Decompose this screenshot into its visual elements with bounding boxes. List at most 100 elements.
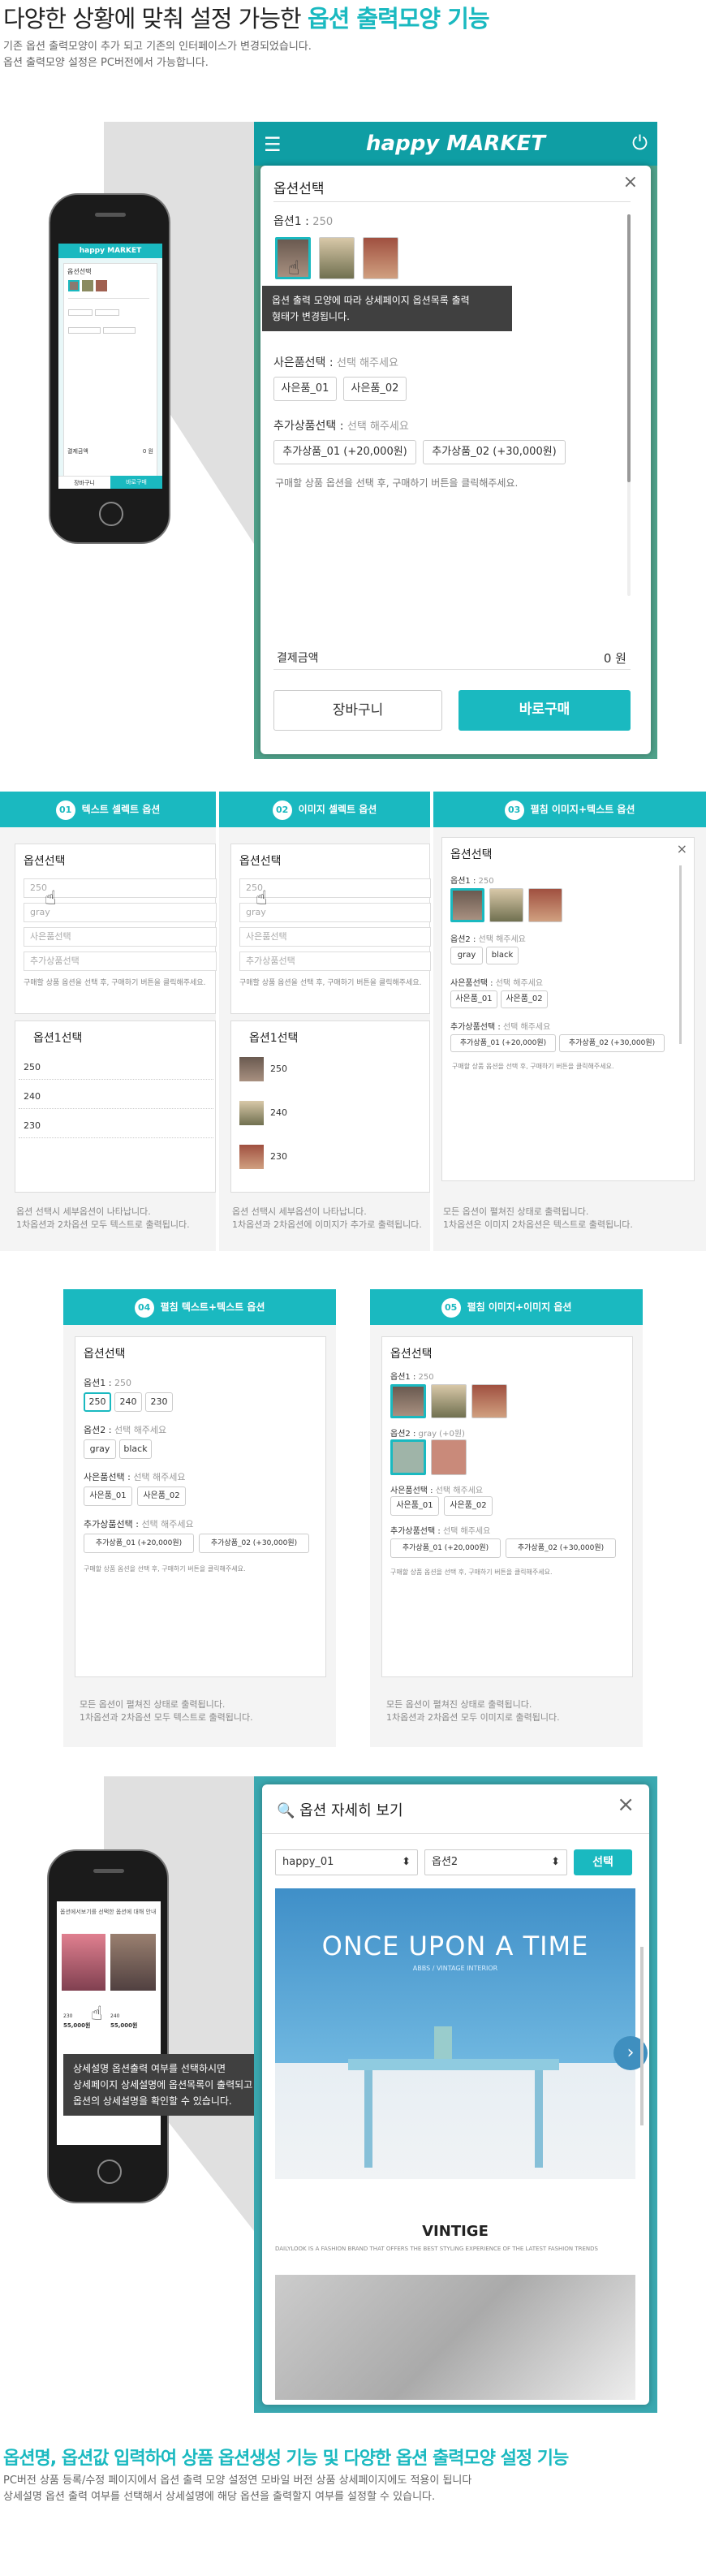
page-title: 다양한 상황에 맞춰 설정 가능한 옵션 출력모양 기능	[3, 0, 490, 34]
col1-value-1[interactable]: 250	[19, 1055, 213, 1080]
col3-scrollbar[interactable]	[679, 865, 682, 1044]
close-icon[interactable]: ×	[623, 172, 638, 192]
col1-guide: 구매할 상품 옵션을 선택 후, 구매하기 버튼을 클릭해주세요.	[24, 979, 206, 987]
phone2-header: 옵션에서보기를 선택한 옵션에 대해 안내	[60, 1909, 157, 1915]
banner-subtitle: ABBS / VINTAGE INTERIOR	[412, 1965, 498, 1972]
total-value: 0 원	[603, 651, 626, 666]
gift-hint: 선택 해주세요	[337, 357, 398, 369]
col1-header: 01 텍스트 셀렉트 옵션	[0, 792, 216, 827]
tooltip: 옵션 출력 모양에 따라 상세페이지 옵션목록 출력 형태가 변경됩니다.	[262, 286, 512, 331]
col2-select-1[interactable]: 250	[239, 878, 431, 898]
pointer-hand-icon: ☝	[288, 257, 300, 279]
col5-thumb-2[interactable]	[431, 1384, 467, 1418]
option-thumb-3[interactable]	[363, 237, 398, 279]
power-icon[interactable]: ⏻	[632, 132, 648, 154]
col3-thumb-3[interactable]	[528, 888, 562, 922]
gift-option-1[interactable]: 사은품_01	[273, 377, 337, 401]
col4-size-230[interactable]: 230	[145, 1392, 173, 1412]
col2-header: 02 이미지 셀렉트 옵션	[219, 792, 430, 827]
modal-title: 옵션선택	[273, 181, 325, 197]
total-label: 결제금액	[277, 652, 319, 665]
phone2-price-1: 55,000원	[63, 2022, 91, 2029]
phone-mockup-1: happy MARKET 옵션선택 결제금액 0 원 장바구니 바로구매	[49, 193, 170, 544]
col2-value-2[interactable]: 240	[270, 1107, 287, 1118]
col3-close-icon[interactable]: ×	[677, 841, 687, 857]
col4-gift-2[interactable]: 사은품_02	[137, 1486, 186, 1506]
col3-gift-1[interactable]: 사은품_01	[450, 990, 497, 1008]
col2-img-2[interactable]	[239, 1101, 264, 1125]
cart-button[interactable]: 장바구니	[273, 690, 442, 731]
col1-value-3[interactable]: 230	[19, 1114, 213, 1138]
col1-value-2[interactable]: 240	[19, 1085, 213, 1109]
col2-sub-title: 옵션1선택	[249, 1032, 299, 1045]
col3-thumb-1[interactable]	[450, 888, 484, 922]
col1-select-3[interactable]: 사은품선택	[24, 927, 217, 947]
col2-value-3[interactable]: 230	[270, 1151, 287, 1162]
col5-header: 05 펼침 이미지+이미지 옵션	[370, 1289, 643, 1325]
col3-thumb-2[interactable]	[489, 888, 523, 922]
option1-value: 250	[312, 216, 334, 228]
addon-option-2[interactable]: 추가상품_02 (+30,000원)	[423, 440, 566, 464]
phone-amount-label: 결제금액	[67, 448, 88, 455]
col4-addon-1[interactable]: 추가상품_01 (+20,000원)	[84, 1534, 194, 1553]
col1-note-1: 옵션 선택시 세부옵션이 나타납니다.	[16, 1206, 151, 1217]
col5-thumb-1[interactable]	[390, 1384, 426, 1418]
col4-color-gray[interactable]: gray	[84, 1439, 116, 1459]
col3-addon-1[interactable]: 추가상품_01 (+20,000원)	[450, 1034, 556, 1052]
phone-mockup-2: 옵션에서보기를 선택한 옵션에 대해 안내 55,000원 55,000원 23…	[47, 1849, 169, 2203]
col4-gift-1[interactable]: 사은품_01	[84, 1486, 132, 1506]
phone-cart-button[interactable]: 장바구니	[58, 476, 110, 489]
col2-select-4[interactable]: 추가상품선택	[239, 951, 431, 971]
col4-size-250[interactable]: 250	[84, 1392, 111, 1412]
detail-close-icon[interactable]: ×	[617, 1793, 635, 1817]
col1-panel-title: 옵션선택	[24, 855, 66, 868]
col4-addon-2[interactable]: 추가상품_02 (+30,000원)	[199, 1534, 309, 1553]
col2-note-2: 1차옵션과 2차옵션에 이미지가 추가로 출력됩니다.	[232, 1219, 422, 1230]
header-desc-1: 기존 옵션 출력모양이 추가 되고 기존의 인터페이스가 변경되었습니다.	[3, 41, 312, 53]
phone-buy-button[interactable]: 바로구매	[110, 476, 162, 489]
col2-value-1[interactable]: 250	[270, 1064, 287, 1074]
brand-logo: happy MARKET	[366, 132, 545, 156]
zoom-icon: 🔍	[277, 1802, 295, 1819]
gift-option-2[interactable]: 사은품_02	[343, 377, 407, 401]
col1-sub-title: 옵션1선택	[33, 1032, 83, 1045]
col3-guide: 구매할 상품 옵션을 선택 후, 구매하기 버튼을 클릭해주세요.	[452, 1063, 614, 1070]
scrollbar[interactable]	[627, 214, 631, 596]
detail-scrollbar[interactable]	[640, 1947, 644, 2125]
col2-img-3[interactable]	[239, 1145, 264, 1169]
col5-addon-2[interactable]: 추가상품_02 (+30,000원)	[506, 1538, 616, 1558]
col2-select-3[interactable]: 사은품선택	[239, 927, 431, 947]
col3-note-2: 1차옵션은 이미지 2차옵션은 텍스트로 출력됩니다.	[443, 1219, 633, 1230]
option-thumb-2[interactable]	[319, 237, 355, 279]
col1-select-4[interactable]: 추가상품선택	[24, 951, 217, 971]
col3-color-gray[interactable]: gray	[450, 947, 483, 964]
col5-thumb-3[interactable]	[471, 1384, 507, 1418]
col5-gift-2[interactable]: 사은품_02	[444, 1496, 493, 1516]
detail-hand-icon: ☝	[91, 2002, 103, 2025]
addon-option-1[interactable]: 추가상품_01 (+20,000원)	[273, 440, 416, 464]
col5-color-thumb-1[interactable]	[390, 1439, 426, 1475]
detail-select-2[interactable]: 옵션2 ⬍	[424, 1849, 567, 1875]
phone2-home-button	[97, 2160, 122, 2184]
menu-icon[interactable]: ☰	[264, 133, 282, 156]
col5-addon-1[interactable]: 추가상품_01 (+20,000원)	[390, 1538, 501, 1558]
col5-color-thumb-2[interactable]	[431, 1439, 467, 1475]
col1: 옵션선택 250 gray 사은품선택 추가상품선택 구매할 상품 옵션을 선택…	[0, 827, 217, 1251]
col3-addon-2[interactable]: 추가상품_02 (+30,000원)	[559, 1034, 665, 1052]
detail-select-button[interactable]: 선택	[574, 1849, 632, 1875]
col2-select-2[interactable]: gray	[239, 903, 431, 922]
col4-color-black[interactable]: black	[119, 1439, 152, 1459]
col5: 옵션선택 옵션1 : 250 옵션2 : gray (+0원) 사은품선택 : …	[370, 1325, 643, 1747]
col3-gift-2[interactable]: 사은품_02	[501, 990, 548, 1008]
col2-img-1[interactable]	[239, 1057, 264, 1081]
col5-gift-1[interactable]: 사은품_01	[390, 1496, 439, 1516]
col4-note-2: 1차옵션과 2차옵션 모두 텍스트로 출력됩니다.	[80, 1712, 253, 1723]
col4-note-1: 모든 옵션이 펼쳐진 상태로 출력됩니다.	[80, 1699, 226, 1710]
title-prefix: 다양한 상황에 맞춰 설정 가능한	[3, 5, 308, 32]
buy-button[interactable]: 바로구매	[458, 690, 631, 731]
col3-color-black[interactable]: black	[486, 947, 519, 964]
detail-select-1[interactable]: happy_01 ⬍	[275, 1849, 418, 1875]
col4-guide: 구매할 상품 옵션을 선택 후, 구매하기 버튼을 클릭해주세요.	[84, 1565, 246, 1573]
col2-panel-title: 옵션선택	[239, 855, 282, 868]
col4-size-240[interactable]: 240	[114, 1392, 142, 1412]
